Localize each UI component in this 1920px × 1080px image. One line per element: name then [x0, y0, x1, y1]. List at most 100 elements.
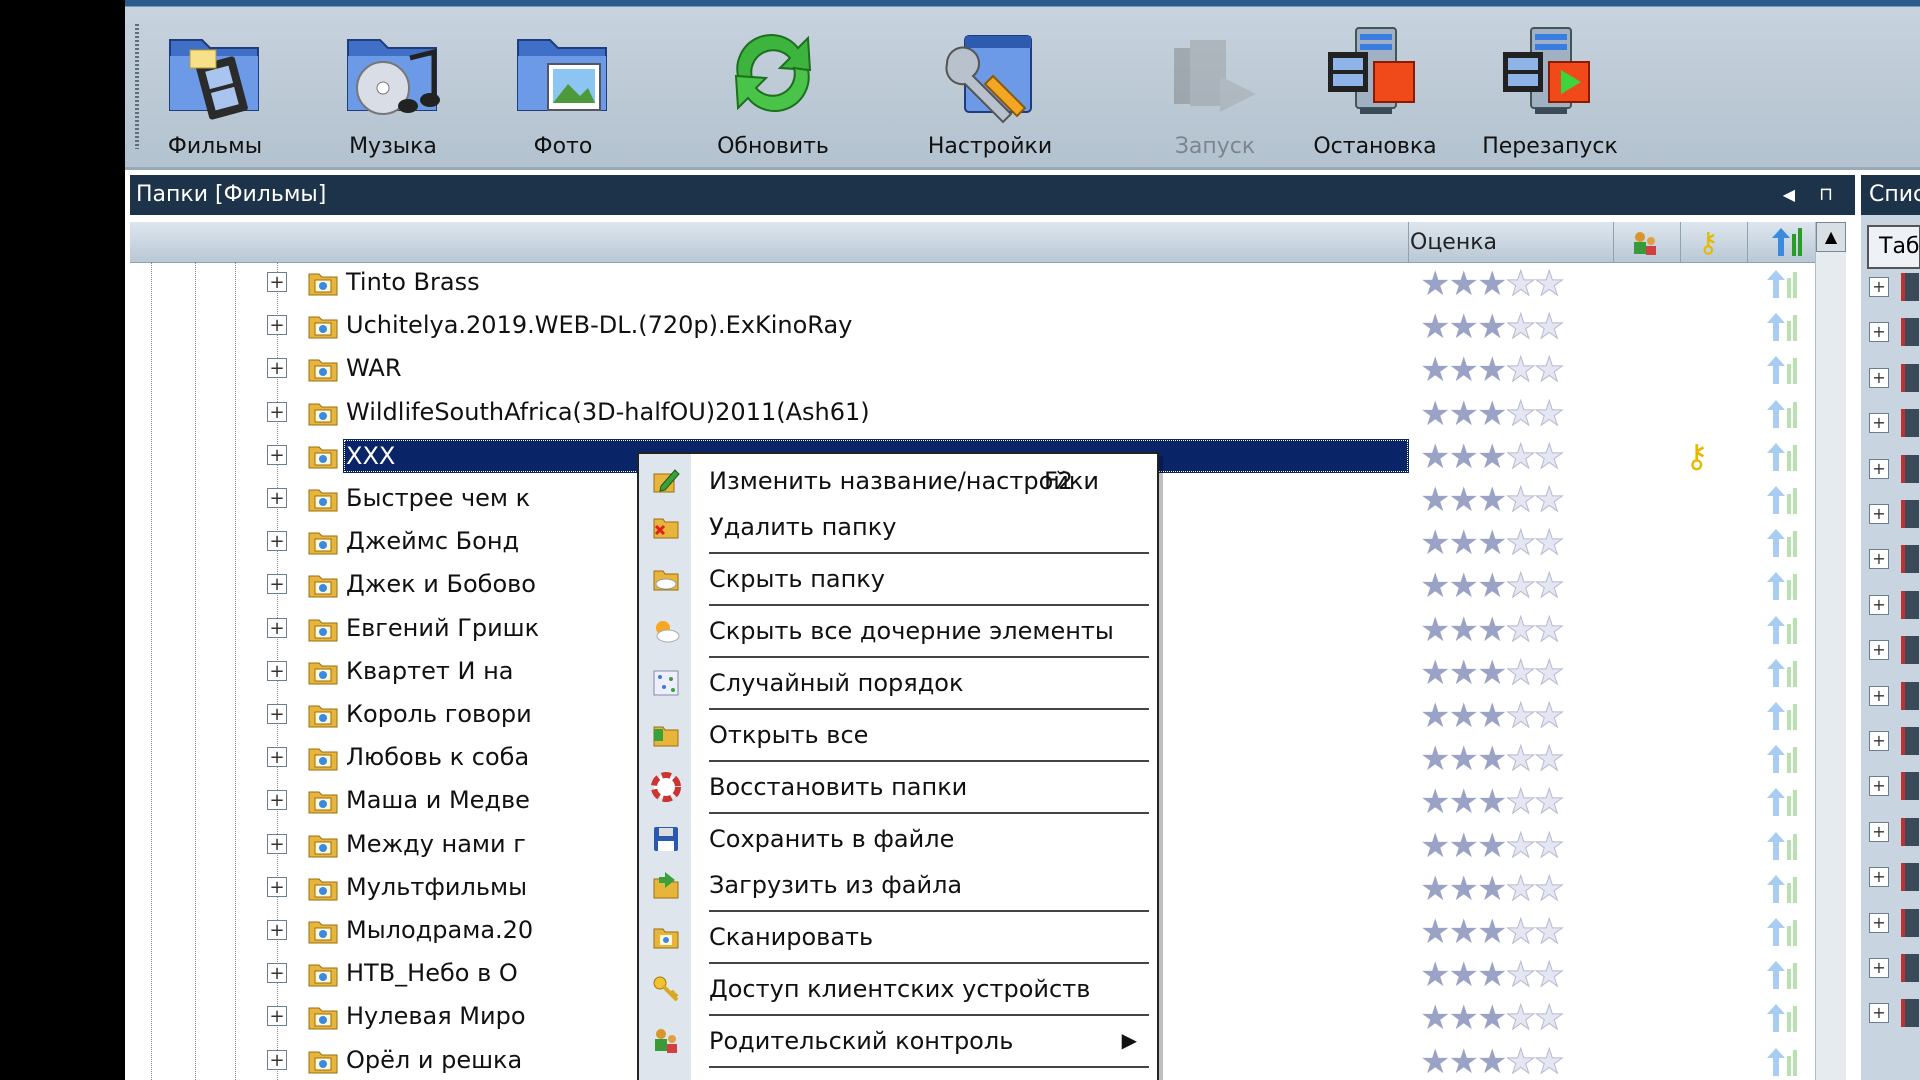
star-icon[interactable]: ★ [1533, 696, 1565, 736]
priority-icon[interactable] [1765, 786, 1799, 818]
context-menu-item[interactable]: Загрузить из файла [639, 862, 1157, 908]
star-icon[interactable]: ★ [1420, 782, 1451, 822]
expand-icon[interactable]: + [267, 315, 287, 336]
list-row[interactable]: + [1861, 585, 1920, 630]
expand-icon[interactable]: + [1869, 322, 1889, 343]
star-icon[interactable]: ★ [1420, 912, 1451, 952]
priority-icon[interactable] [1765, 398, 1799, 430]
rating-stars[interactable]: ★★★★★ [1420, 653, 1565, 693]
rating-stars[interactable]: ★★★★★ [1420, 394, 1565, 434]
star-icon[interactable]: ★ [1448, 394, 1479, 434]
star-icon[interactable]: ★ [1477, 782, 1508, 822]
priority-icon[interactable] [1765, 354, 1799, 386]
rating-stars[interactable]: ★★★★★ [1420, 696, 1565, 736]
star-icon[interactable]: ★ [1533, 523, 1565, 563]
folder-name[interactable]: Uchitelya.2019.WEB-DL.(720p).ExKinoRay [343, 311, 855, 339]
tree-row[interactable]: + WAR ★★★★★ [125, 348, 1815, 391]
star-icon[interactable]: ★ [1533, 480, 1565, 520]
pin-icon[interactable]: ⊓ [1819, 175, 1833, 215]
list-pane-tab[interactable]: Таб [1867, 225, 1920, 269]
priority-icon[interactable] [1765, 1002, 1799, 1034]
star-icon[interactable]: ★ [1505, 480, 1537, 520]
priority-icon[interactable] [1765, 527, 1799, 559]
folder-name[interactable]: Джек и Бобово [343, 570, 539, 598]
context-menu-item[interactable]: Удалить папку [639, 504, 1157, 550]
star-icon[interactable]: ★ [1477, 869, 1508, 909]
rating-stars[interactable]: ★★★★★ [1420, 523, 1565, 563]
tree-scrollbar[interactable]: ▲ [1815, 222, 1846, 1080]
priority-icon[interactable] [1765, 916, 1799, 948]
priority-icon[interactable] [1765, 484, 1799, 516]
star-icon[interactable]: ★ [1448, 826, 1479, 866]
tree-row[interactable]: + Uchitelya.2019.WEB-DL.(720p).ExKinoRay ★… [125, 305, 1815, 348]
star-icon[interactable]: ★ [1448, 437, 1479, 477]
music-button[interactable]: Музыка [323, 18, 463, 160]
films-button[interactable]: Фильмы [145, 18, 285, 160]
expand-icon[interactable]: + [1869, 594, 1889, 615]
star-icon[interactable]: ★ [1448, 998, 1479, 1038]
folder-name[interactable]: Быстрее чем к [343, 484, 533, 512]
priority-icon[interactable] [1765, 570, 1799, 602]
expand-icon[interactable]: + [267, 660, 287, 681]
priority-icon[interactable] [1765, 700, 1799, 732]
list-row[interactable]: + [1861, 630, 1920, 675]
parental-column-icon[interactable] [1630, 228, 1660, 258]
access-column-icon[interactable]: ⚷ [1698, 226, 1719, 259]
rating-stars[interactable]: ★★★★★ [1420, 869, 1565, 909]
star-icon[interactable]: ★ [1448, 480, 1479, 520]
expand-icon[interactable]: + [267, 920, 287, 940]
star-icon[interactable]: ★ [1505, 307, 1537, 347]
star-icon[interactable]: ★ [1448, 869, 1479, 909]
stop-button[interactable]: Остановка [1285, 18, 1465, 160]
star-icon[interactable]: ★ [1420, 955, 1451, 995]
expand-icon[interactable]: + [1869, 640, 1889, 661]
star-icon[interactable]: ★ [1477, 523, 1508, 563]
priority-icon[interactable] [1765, 873, 1799, 905]
folder-name[interactable]: НТВ_Небо в О [343, 959, 521, 987]
star-icon[interactable]: ★ [1477, 653, 1508, 693]
rating-stars[interactable]: ★★★★★ [1420, 437, 1565, 477]
star-icon[interactable]: ★ [1448, 610, 1479, 650]
list-row[interactable]: + [1861, 903, 1920, 948]
rating-stars[interactable]: ★★★★★ [1420, 782, 1565, 822]
list-row[interactable]: + [1861, 494, 1920, 539]
rating-stars[interactable]: ★★★★★ [1420, 912, 1565, 952]
context-menu-item[interactable]: Сканировать [639, 914, 1157, 960]
context-menu-item[interactable]: Восстановить папки [639, 764, 1157, 810]
priority-icon[interactable] [1765, 959, 1799, 991]
expand-icon[interactable]: + [267, 747, 287, 768]
star-icon[interactable]: ★ [1477, 307, 1508, 347]
scroll-up-button[interactable]: ▲ [1816, 222, 1846, 252]
star-icon[interactable]: ★ [1420, 523, 1451, 563]
folder-name[interactable]: WildlifeSouthAfrica(3D-halfOU)2011(Ash61… [343, 398, 873, 426]
star-icon[interactable]: ★ [1420, 480, 1451, 520]
rating-stars[interactable]: ★★★★★ [1420, 826, 1565, 866]
star-icon[interactable]: ★ [1477, 437, 1508, 477]
star-icon[interactable]: ★ [1448, 307, 1479, 347]
star-icon[interactable]: ★ [1477, 826, 1508, 866]
star-icon[interactable]: ★ [1533, 826, 1565, 866]
expand-icon[interactable]: + [1869, 867, 1889, 888]
expand-icon[interactable]: + [1869, 413, 1889, 434]
list-row[interactable]: + [1861, 766, 1920, 811]
star-icon[interactable]: ★ [1420, 739, 1451, 779]
star-icon[interactable]: ★ [1420, 653, 1451, 693]
context-menu-item[interactable]: Скрыть папку [639, 556, 1157, 602]
expand-icon[interactable]: + [267, 401, 287, 422]
expand-icon[interactable]: + [267, 617, 287, 638]
restart-button[interactable]: Перезапуск [1455, 18, 1645, 160]
folder-name[interactable]: Любовь к соба [343, 743, 532, 771]
star-icon[interactable]: ★ [1448, 1042, 1479, 1080]
star-icon[interactable]: ★ [1448, 696, 1479, 736]
expand-icon[interactable]: + [267, 833, 287, 854]
star-icon[interactable]: ★ [1533, 566, 1565, 606]
star-icon[interactable]: ★ [1505, 350, 1537, 390]
star-icon[interactable]: ★ [1420, 826, 1451, 866]
list-row[interactable]: + [1861, 993, 1920, 1038]
star-icon[interactable]: ★ [1505, 869, 1537, 909]
list-row[interactable]: + [1861, 721, 1920, 766]
collapse-arrow-icon[interactable]: ◀ [1783, 175, 1795, 215]
star-icon[interactable]: ★ [1420, 696, 1451, 736]
star-icon[interactable]: ★ [1448, 955, 1479, 995]
star-icon[interactable]: ★ [1420, 566, 1451, 606]
